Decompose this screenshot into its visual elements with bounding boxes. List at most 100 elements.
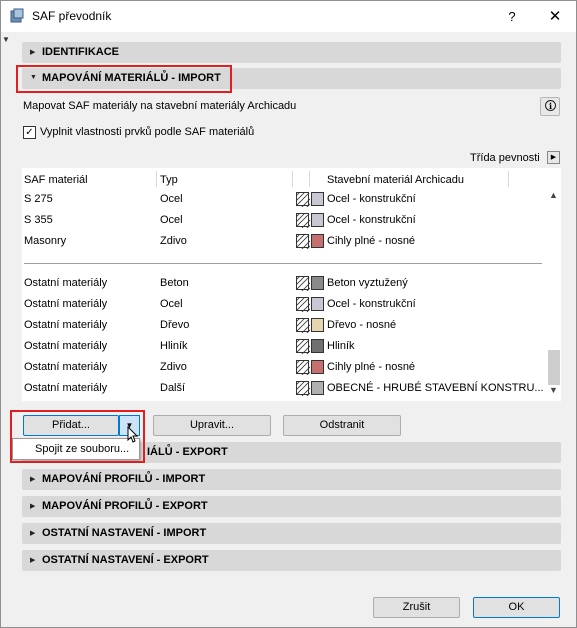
expand-arrow-icon: ▶ bbox=[30, 49, 36, 56]
section-ostatni-import[interactable]: ▶ OSTATNÍ NASTAVENÍ - IMPORT bbox=[22, 523, 561, 544]
saf-material-cell: Ostatní materiály bbox=[24, 319, 108, 331]
expand-arrow-icon: ▶ bbox=[30, 557, 36, 564]
expand-arrow-icon: ▶ bbox=[30, 503, 36, 510]
section-label: IDENTIFIKACE bbox=[42, 46, 119, 58]
highlight-box-add bbox=[10, 410, 145, 463]
table-divider bbox=[24, 263, 542, 264]
table-row[interactable]: S 275 Ocel Ocel - konstrukční bbox=[22, 189, 542, 210]
material-color-swatch bbox=[311, 297, 324, 311]
header-separator bbox=[292, 171, 293, 187]
resize-marker-icon: ▼ bbox=[2, 35, 10, 44]
material-color-swatch bbox=[311, 339, 324, 353]
table-row[interactable]: Ostatní materiály Zdivo Cihly plné - nosné bbox=[22, 357, 542, 378]
hatch-pattern-icon bbox=[294, 337, 314, 357]
header-separator bbox=[508, 171, 509, 187]
header-building-material[interactable]: Stavební materiál Archicadu bbox=[327, 174, 464, 186]
hatch-pattern-icon bbox=[294, 379, 314, 399]
title-bar: SAF převodník ? ✕ bbox=[1, 1, 576, 32]
hatch-pattern-icon bbox=[294, 316, 314, 336]
saf-material-cell: Ostatní materiály bbox=[24, 277, 108, 289]
building-material-cell[interactable]: Dřevo - nosné bbox=[327, 319, 396, 331]
table-row[interactable]: S 355 Ocel Ocel - konstrukční bbox=[22, 210, 542, 231]
material-color-swatch bbox=[311, 276, 324, 290]
help-button[interactable]: ? bbox=[498, 1, 526, 32]
material-color-swatch bbox=[311, 318, 324, 332]
type-cell: Další bbox=[160, 382, 186, 394]
section-profily-export[interactable]: ▶ MAPOVÁNÍ PROFILŮ - EXPORT bbox=[22, 496, 561, 517]
material-color-swatch bbox=[311, 213, 324, 227]
header-separator bbox=[156, 171, 157, 187]
cancel-button[interactable]: Zrušit bbox=[373, 597, 460, 618]
table-scrollbar[interactable]: ▲ ▼ bbox=[546, 168, 561, 401]
import-description: Mapovat SAF materiály na stavební materi… bbox=[23, 100, 297, 112]
strength-class-label: Třída pevnosti bbox=[470, 152, 540, 164]
table-row[interactable]: Ostatní materiály Dřevo Dřevo - nosné bbox=[22, 315, 542, 336]
ok-button[interactable]: OK bbox=[473, 597, 560, 618]
edit-button[interactable]: Upravit... bbox=[153, 415, 271, 436]
section-identifikace[interactable]: ▶ IDENTIFIKACE bbox=[22, 42, 561, 63]
fill-properties-checkbox[interactable]: ✓ bbox=[23, 126, 36, 139]
saf-material-cell: Ostatní materiály bbox=[24, 361, 108, 373]
expand-arrow-icon: ▶ bbox=[30, 476, 36, 483]
type-cell: Beton bbox=[160, 277, 189, 289]
strength-class-arrow-button[interactable]: ▶ bbox=[547, 151, 560, 164]
table-row[interactable]: Masonry Zdivo Cihly plné - nosné bbox=[22, 231, 542, 252]
hatch-pattern-icon bbox=[294, 358, 314, 378]
scroll-up-icon[interactable]: ▲ bbox=[549, 190, 558, 200]
highlight-box-import bbox=[16, 65, 232, 93]
type-cell: Ocel bbox=[160, 214, 183, 226]
building-material-cell[interactable]: Ocel - konstrukční bbox=[327, 298, 416, 310]
building-material-cell[interactable]: Hliník bbox=[327, 340, 355, 352]
remove-button[interactable]: Odstranit bbox=[283, 415, 401, 436]
material-mapping-table: SAF materiál Typ Stavební materiál Archi… bbox=[22, 168, 561, 401]
type-cell: Ocel bbox=[160, 193, 183, 205]
window-title: SAF převodník bbox=[32, 9, 112, 23]
scroll-thumb[interactable] bbox=[548, 350, 560, 385]
hatch-pattern-icon bbox=[294, 190, 314, 210]
header-separator bbox=[309, 171, 310, 187]
mouse-cursor-icon bbox=[127, 426, 139, 443]
building-material-cell[interactable]: Ocel - konstrukční bbox=[327, 193, 416, 205]
type-cell: Zdivo bbox=[160, 361, 187, 373]
saf-converter-dialog: SAF převodník ? ✕ ▼ ▶ IDENTIFIKACE ▼ MAP… bbox=[0, 0, 577, 628]
material-color-swatch bbox=[311, 234, 324, 248]
info-icon: i bbox=[545, 100, 556, 111]
section-profily-import[interactable]: ▶ MAPOVÁNÍ PROFILŮ - IMPORT bbox=[22, 469, 561, 490]
scroll-down-icon[interactable]: ▼ bbox=[549, 385, 558, 395]
saf-material-cell: S 275 bbox=[24, 193, 53, 205]
table-row[interactable]: Ostatní materiály Hliník Hliník bbox=[22, 336, 542, 357]
saf-material-cell: Ostatní materiály bbox=[24, 298, 108, 310]
table-row[interactable]: Ostatní materiály Beton Beton vyztužený bbox=[22, 273, 542, 294]
info-button[interactable]: i bbox=[540, 97, 560, 116]
saf-material-cell: Masonry bbox=[24, 235, 67, 247]
building-material-cell[interactable]: Cihly plné - nosné bbox=[327, 361, 415, 373]
building-material-cell[interactable]: OBECNÉ - HRUBÉ STAVEBNÍ KONSTRU... bbox=[327, 382, 544, 394]
app-icon bbox=[10, 8, 24, 23]
material-color-swatch bbox=[311, 360, 324, 374]
type-cell: Ocel bbox=[160, 298, 183, 310]
type-cell: Dřevo bbox=[160, 319, 190, 331]
saf-material-cell: Ostatní materiály bbox=[24, 340, 108, 352]
section-label: MAPOVÁNÍ PROFILŮ - IMPORT bbox=[42, 473, 206, 485]
building-material-cell[interactable]: Beton vyztužený bbox=[327, 277, 408, 289]
hatch-pattern-icon bbox=[294, 211, 314, 231]
section-ostatni-export[interactable]: ▶ OSTATNÍ NASTAVENÍ - EXPORT bbox=[22, 550, 561, 571]
building-material-cell[interactable]: Ocel - konstrukční bbox=[327, 214, 416, 226]
fill-properties-label: Vyplnit vlastnosti prvků podle SAF mater… bbox=[40, 126, 255, 138]
table-row[interactable]: Ostatní materiály Další OBECNÉ - HRUBÉ STA… bbox=[22, 378, 544, 399]
hatch-pattern-icon bbox=[294, 232, 314, 252]
section-label: IÁLŮ - EXPORT bbox=[147, 446, 228, 458]
saf-material-cell: Ostatní materiály bbox=[24, 382, 108, 394]
header-saf-material[interactable]: SAF materiál bbox=[24, 174, 88, 186]
material-color-swatch bbox=[311, 192, 324, 206]
saf-material-cell: S 355 bbox=[24, 214, 53, 226]
section-label: OSTATNÍ NASTAVENÍ - EXPORT bbox=[42, 554, 209, 566]
type-cell: Hliník bbox=[160, 340, 188, 352]
material-color-swatch bbox=[311, 381, 324, 395]
hatch-pattern-icon bbox=[294, 274, 314, 294]
building-material-cell[interactable]: Cihly plné - nosné bbox=[327, 235, 415, 247]
close-button[interactable]: ✕ bbox=[541, 1, 569, 32]
expand-arrow-icon: ▶ bbox=[30, 530, 36, 537]
header-type[interactable]: Typ bbox=[160, 174, 178, 186]
table-row[interactable]: Ostatní materiály Ocel Ocel - konstrukční bbox=[22, 294, 542, 315]
